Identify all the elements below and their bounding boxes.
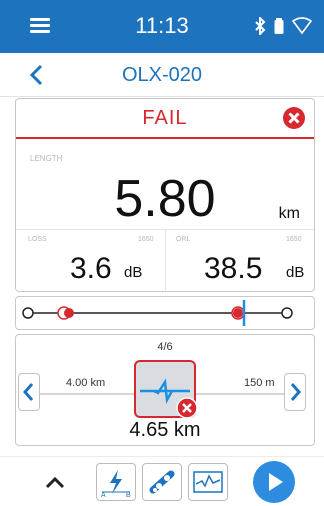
chevron-left-icon xyxy=(23,383,34,401)
page-header: OLX-020 xyxy=(0,53,324,97)
next-event-distance: 150 m xyxy=(244,377,275,389)
chevron-right-icon xyxy=(290,383,301,401)
svg-text:A: A xyxy=(101,492,106,499)
trace-view-button[interactable] xyxy=(188,463,228,501)
event-distance: 4.65 km xyxy=(129,419,201,441)
metrics-divider xyxy=(165,230,166,293)
play-icon[interactable] xyxy=(252,460,296,504)
svg-text:B: B xyxy=(126,492,131,499)
fail-icon xyxy=(283,107,305,129)
end-connector-icon xyxy=(281,307,293,319)
status-bar: 11:13 xyxy=(0,0,324,53)
launch-event-fail-icon xyxy=(64,308,74,318)
loss-value: 3.6 xyxy=(70,252,112,285)
previous-event-button[interactable] xyxy=(18,373,40,411)
link-map[interactable] xyxy=(15,296,315,330)
selected-event[interactable] xyxy=(134,360,198,419)
link-map-icon xyxy=(149,470,175,494)
bottom-toolbar: A B xyxy=(0,456,324,506)
ab-measure-icon: A B xyxy=(101,470,131,499)
orl-value: 38.5 xyxy=(204,252,263,285)
start-connector-icon xyxy=(22,307,34,319)
wifi-icon xyxy=(292,17,312,35)
chevron-up-icon[interactable] xyxy=(44,475,66,489)
page-title: OLX-020 xyxy=(121,64,203,86)
next-event-button[interactable] xyxy=(284,373,306,411)
loss-unit: dB xyxy=(124,264,143,281)
loss-label: LOSS xyxy=(28,236,47,243)
bluetooth-icon xyxy=(255,17,266,35)
length-unit: km xyxy=(278,205,300,222)
event-fail-icon xyxy=(176,397,198,419)
length-label: LENGTH xyxy=(30,154,63,163)
previous-event-distance: 4.00 km xyxy=(66,377,106,389)
loss-orl-metrics: LOSS 1650 3.6 dB ORL 1650 38.5 dB xyxy=(16,229,314,293)
status-icons xyxy=(254,17,312,35)
test-status-row: FAIL xyxy=(16,99,314,139)
ab-measure-button[interactable]: A B xyxy=(96,463,136,501)
selected-event-fail-icon xyxy=(233,308,243,318)
link-map-graphic xyxy=(22,300,293,326)
battery-icon xyxy=(274,18,284,34)
result-card: FAIL LENGTH 5.80 km LOSS 1650 3.6 dB ORL… xyxy=(15,98,315,293)
loss-wavelength: 1650 xyxy=(138,236,154,243)
event-navigator: 4/6 4.00 km 150 m 4.65 km xyxy=(15,334,315,446)
event-counter: 4/6 xyxy=(157,341,173,353)
link-map-button[interactable] xyxy=(142,463,182,501)
orl-label: ORL xyxy=(176,236,191,243)
orl-wavelength: 1650 xyxy=(286,236,302,243)
trace-view-icon xyxy=(193,471,223,493)
orl-unit: dB xyxy=(286,264,305,281)
length-value: 5.80 xyxy=(114,170,216,228)
test-status: FAIL xyxy=(142,107,188,129)
